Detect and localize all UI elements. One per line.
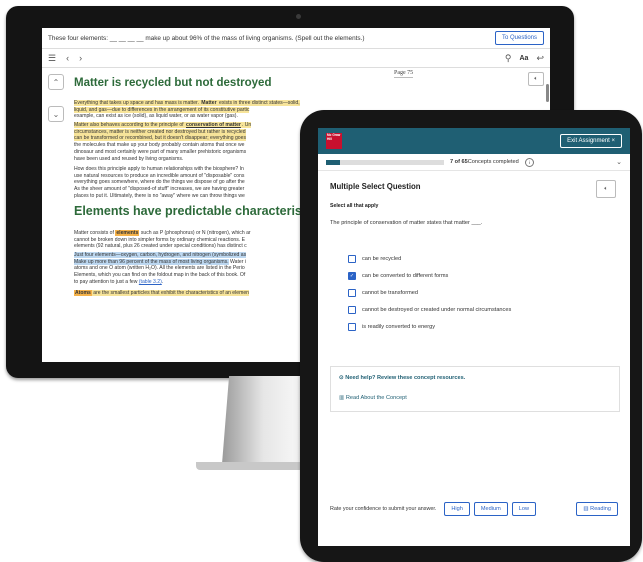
keyword-elements[interactable]: elements xyxy=(115,230,140,236)
back-arrow-icon[interactable]: ↩ xyxy=(536,53,544,64)
search-icon[interactable]: ⚲ xyxy=(505,53,512,64)
option-label: is readily converted to energy xyxy=(362,323,436,330)
checkbox[interactable] xyxy=(348,254,356,263)
text-span: have been used and reused by living orga… xyxy=(74,155,184,162)
text-span: Just four elements—oxygen, carbon, hydro… xyxy=(74,252,247,258)
text-span: use natural resources to produce an incr… xyxy=(74,172,245,179)
confidence-bar: Rate your confidence to submit your answ… xyxy=(318,502,630,516)
text-span: How does this principle apply to human r… xyxy=(74,166,244,172)
text-size-button[interactable]: Aa xyxy=(520,55,529,62)
text-span: can be transformed or recombined, but it… xyxy=(74,135,246,142)
chevron-right-icon[interactable]: › xyxy=(79,53,82,63)
text-span: are the smallest particles that exhibit … xyxy=(91,290,249,296)
audio-icon[interactable]: 🔈︎ xyxy=(596,180,616,198)
help-box: ⊙ Need help? Review these concept resour… xyxy=(330,366,620,412)
scroll-up-button[interactable]: ⌃ xyxy=(48,74,64,90)
text-span: atoms and one O atom (written H₂O). All … xyxy=(74,265,245,272)
tablet-screen: Mc Graw Hill Exit Assignment × 7 of 65 C… xyxy=(318,128,630,546)
text-span: . xyxy=(161,278,164,285)
to-questions-button[interactable]: To Questions xyxy=(494,31,544,45)
answer-option[interactable]: ✓ can be converted to different forms xyxy=(348,267,511,284)
info-icon[interactable]: i xyxy=(524,157,534,167)
option-label: cannot be transformed xyxy=(362,289,418,296)
answer-option[interactable]: is readily converted to energy xyxy=(348,318,511,335)
checkbox[interactable] xyxy=(348,305,356,314)
keyword-conservation[interactable]: conservation of matter xyxy=(185,122,242,128)
text-span: Water i xyxy=(228,258,246,265)
text-span: Make up more than 96 percent of the mass… xyxy=(74,258,229,265)
text-span: such as P (phosphorus) or N (nitrogen), … xyxy=(139,230,251,236)
text-span: exists in three distinct states—solid, xyxy=(217,100,300,106)
high-button[interactable]: High xyxy=(444,502,470,516)
need-help-toggle[interactable]: ⊙ Need help? Review these concept resour… xyxy=(339,375,465,381)
text-span: . Un xyxy=(241,122,252,128)
option-label: cannot be destroyed or created under nor… xyxy=(362,306,512,313)
reading-label: Reading xyxy=(590,506,611,512)
text-span: Everything that takes up space and has m… xyxy=(74,100,201,106)
exit-assignment-button[interactable]: Exit Assignment × xyxy=(560,134,622,148)
audio-icon[interactable]: 🔈︎ xyxy=(528,72,544,86)
expand-icon[interactable]: ⌄ xyxy=(616,158,622,166)
question-bar: These four elements: __ __ __ __ make up… xyxy=(42,28,550,49)
text-span: elements (92 natural, plus 26 created un… xyxy=(74,243,247,250)
progress-row: 7 of 65 Concepts completed i ⌄ xyxy=(318,154,630,171)
reader-toolbar: ☰ ‹ › ⚲ Aa ↩ xyxy=(42,49,550,68)
checkbox[interactable] xyxy=(348,322,356,331)
text-span: cannot be broken down into simpler forms… xyxy=(74,236,246,243)
text-span: the molecules that make up your body pro… xyxy=(74,142,245,149)
scroll-down-button[interactable]: ⌄ xyxy=(48,106,64,122)
mcgraw-hill-logo: Mc Graw Hill xyxy=(326,133,342,149)
scrollbar[interactable] xyxy=(546,84,549,102)
tablet-device: Mc Graw Hill Exit Assignment × 7 of 65 C… xyxy=(300,110,642,562)
keyword-matter[interactable]: Matter xyxy=(200,100,218,106)
medium-button[interactable]: Medium xyxy=(473,502,508,516)
progress-count: 7 of 65 xyxy=(450,159,468,165)
progress-fill xyxy=(326,159,341,165)
chevron-left-icon[interactable]: ‹ xyxy=(66,53,69,63)
checkbox[interactable]: ✓ xyxy=(348,271,356,280)
text-span: liquid, and gas—due to differences in th… xyxy=(74,106,250,113)
text-span: example, can exist as ice (solid), as li… xyxy=(74,113,238,120)
camera-dot xyxy=(296,14,301,19)
checkbox[interactable] xyxy=(348,288,356,297)
text-span: dinosaur and most certainly were part of… xyxy=(74,148,247,155)
answer-options: can be recycled ✓ can be converted to diff… xyxy=(348,250,511,335)
option-label: can be recycled xyxy=(362,255,402,262)
question-type: Multiple Select Question xyxy=(330,182,421,191)
text-span: Matter consists of xyxy=(74,230,116,236)
answer-option[interactable]: can be recycled xyxy=(348,250,511,267)
question-prompt: The principle of conservation of matter … xyxy=(330,220,483,226)
book-icon: ▥ xyxy=(339,395,346,401)
text-span: Matter also behaves according to the pri… xyxy=(74,122,185,128)
confidence-prompt: Rate your confidence to submit your answ… xyxy=(330,506,437,512)
help-label: Need help? Review these concept resource… xyxy=(345,375,466,381)
question-text: These four elements: __ __ __ __ make up… xyxy=(48,34,365,42)
answer-option[interactable]: cannot be destroyed or created under nor… xyxy=(348,301,511,318)
text-span: circumstances, matter is neither created… xyxy=(74,128,246,135)
text-span: places to put it. Ultimately, there is n… xyxy=(74,192,245,199)
low-button[interactable]: Low xyxy=(511,502,537,516)
page-number: Page 75 xyxy=(394,70,414,78)
read-label: Read About the Concept xyxy=(345,395,407,401)
answer-option[interactable]: cannot be transformed xyxy=(348,284,511,301)
read-concept-link[interactable]: ▥ Read About the Concept xyxy=(339,395,407,401)
progress-label: Concepts completed xyxy=(467,159,519,165)
table-link[interactable]: (table 3.2) xyxy=(139,279,162,285)
text-span: As the sheer amount of "disposed-of stuf… xyxy=(74,186,245,193)
instructions: Select all that apply xyxy=(330,203,379,209)
progress-bar xyxy=(326,159,444,165)
section-heading-2: Elements have predictable characteristic xyxy=(74,204,317,218)
assignment-header: Mc Graw Hill Exit Assignment × xyxy=(318,128,630,154)
text-span: to pay attention to just a few xyxy=(74,278,139,285)
keyword-atoms[interactable]: Atoms xyxy=(74,290,92,296)
section-heading-1: Matter is recycled but not destroyed xyxy=(74,77,272,89)
text-span: everything goes somewhere, where do the … xyxy=(74,179,245,186)
text-span: Elements, which you can find on the fold… xyxy=(74,272,246,279)
reading-button[interactable]: ▥ Reading xyxy=(576,502,618,516)
toc-icon[interactable]: ☰ xyxy=(48,53,56,64)
option-label: can be converted to different forms xyxy=(362,272,449,279)
